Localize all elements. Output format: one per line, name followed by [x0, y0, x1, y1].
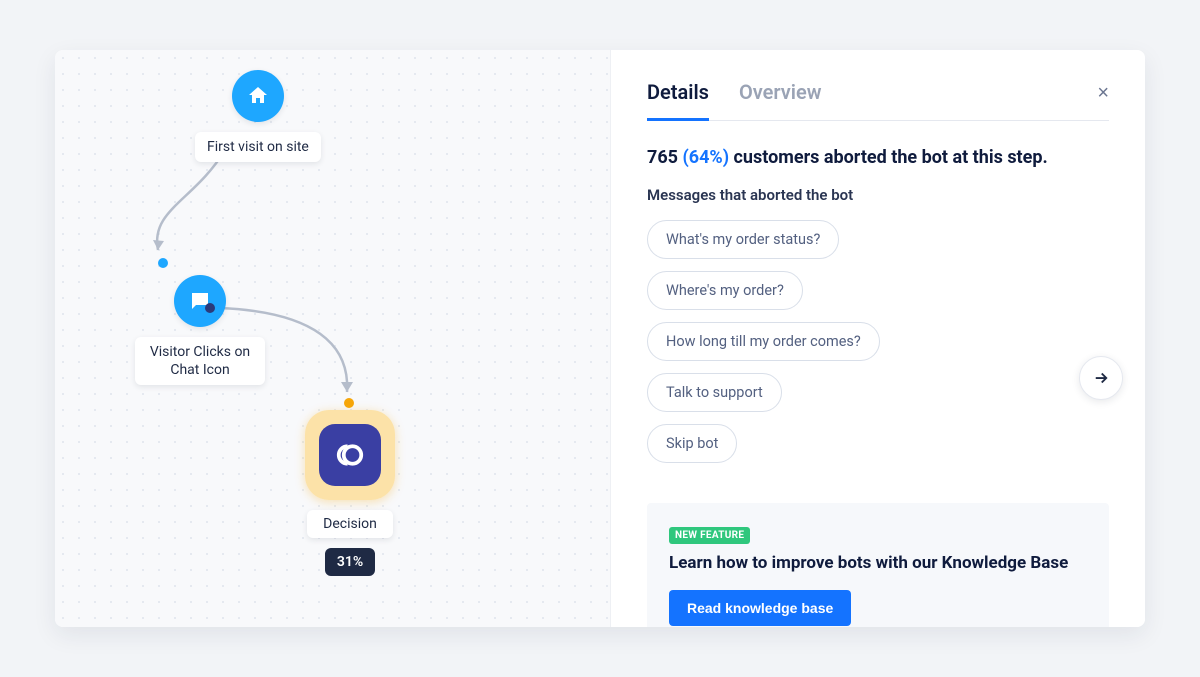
- tab-overview[interactable]: Overview: [739, 80, 822, 120]
- abort-message-chip[interactable]: Talk to support: [647, 373, 782, 412]
- flow-node-decision[interactable]: Decision 31%: [305, 410, 395, 576]
- abort-messages-heading: Messages that aborted the bot: [647, 186, 1109, 204]
- decision-icon: [319, 424, 381, 486]
- connector-dot: [158, 258, 168, 268]
- abort-message-chip[interactable]: Where's my order?: [647, 271, 803, 310]
- arrow-right-icon: [1092, 369, 1110, 387]
- app-window: First visit on site Visitor Clicks on Ch…: [55, 50, 1145, 627]
- flow-canvas[interactable]: First visit on site Visitor Clicks on Ch…: [55, 50, 610, 627]
- node-label: First visit on site: [195, 132, 321, 162]
- flow-node-visitor-clicks-chat[interactable]: Visitor Clicks on Chat Icon: [135, 275, 265, 385]
- abort-headline: 765 (64%) customers aborted the bot at t…: [647, 147, 1109, 168]
- abort-percent: (64%): [682, 147, 729, 168]
- connector-dot: [344, 398, 354, 408]
- new-feature-badge: NEW FEATURE: [669, 527, 750, 544]
- next-arrow-button[interactable]: [1079, 356, 1123, 400]
- decision-ring: [305, 410, 395, 500]
- chat-icon: [174, 275, 226, 327]
- panel-tabs: Details Overview ×: [647, 80, 1109, 121]
- abort-text: customers aborted the bot at this step.: [734, 147, 1048, 168]
- tab-details[interactable]: Details: [647, 80, 709, 121]
- details-panel: Details Overview × 765 (64%) customers a…: [610, 50, 1145, 627]
- node-label: Visitor Clicks on Chat Icon: [135, 337, 265, 385]
- decision-percent-badge: 31%: [325, 548, 375, 576]
- abort-message-list: What's my order status? Where's my order…: [647, 220, 1109, 463]
- flow-node-first-visit[interactable]: First visit on site: [195, 70, 321, 162]
- abort-message-chip[interactable]: How long till my order comes?: [647, 322, 880, 361]
- abort-count: 765: [647, 147, 678, 168]
- home-icon: [232, 70, 284, 122]
- abort-message-chip[interactable]: Skip bot: [647, 424, 737, 463]
- close-icon[interactable]: ×: [1097, 82, 1109, 105]
- kb-title: Learn how to improve bots with our Knowl…: [669, 552, 1087, 575]
- knowledge-base-card: NEW FEATURE Learn how to improve bots wi…: [647, 503, 1109, 628]
- node-label: Decision: [307, 510, 393, 538]
- read-kb-button[interactable]: Read knowledge base: [669, 590, 851, 626]
- abort-message-chip[interactable]: What's my order status?: [647, 220, 839, 259]
- connector-dot: [205, 303, 215, 313]
